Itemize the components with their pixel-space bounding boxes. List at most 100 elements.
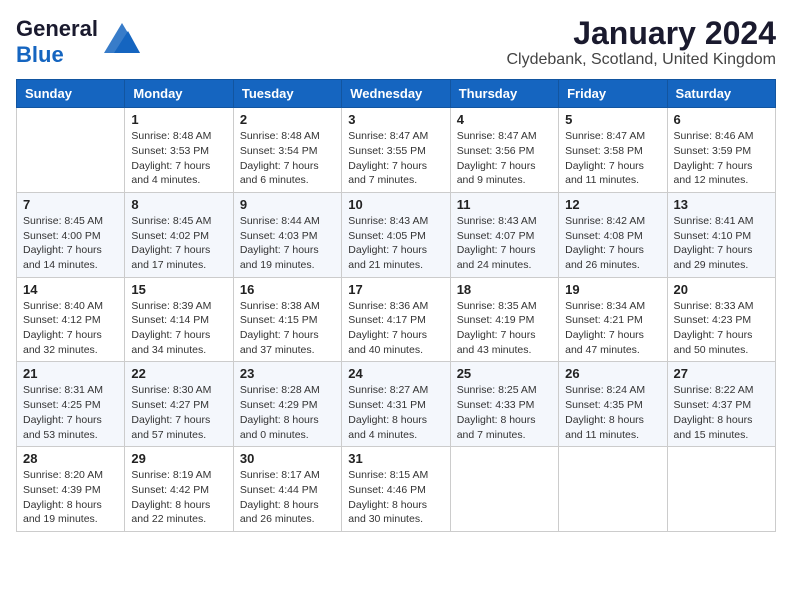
week-row-4: 21 Sunrise: 8:31 AMSunset: 4:25 PMDayligh… — [17, 362, 776, 447]
day-number: 1 — [131, 112, 226, 127]
day-number: 14 — [23, 282, 118, 297]
calendar-table: SundayMondayTuesdayWednesdayThursdayFrid… — [16, 79, 776, 532]
day-info: Sunrise: 8:15 AMSunset: 4:46 PMDaylight:… — [348, 468, 443, 527]
logo-icon — [104, 23, 140, 53]
day-number: 10 — [348, 197, 443, 212]
day-number: 26 — [565, 366, 660, 381]
calendar-cell: 8 Sunrise: 8:45 AMSunset: 4:02 PMDaylight… — [125, 192, 233, 277]
day-info: Sunrise: 8:43 AMSunset: 4:07 PMDaylight:… — [457, 214, 552, 273]
day-info: Sunrise: 8:19 AMSunset: 4:42 PMDaylight:… — [131, 468, 226, 527]
calendar-cell: 10 Sunrise: 8:43 AMSunset: 4:05 PMDayligh… — [342, 192, 450, 277]
day-info: Sunrise: 8:38 AMSunset: 4:15 PMDaylight:… — [240, 299, 335, 358]
day-number: 7 — [23, 197, 118, 212]
day-number: 15 — [131, 282, 226, 297]
day-info: Sunrise: 8:30 AMSunset: 4:27 PMDaylight:… — [131, 383, 226, 442]
day-number: 21 — [23, 366, 118, 381]
logo-text: General Blue — [16, 16, 98, 68]
page-header: General Blue January 2024 Clydebank, Sco… — [16, 16, 776, 69]
day-number: 19 — [565, 282, 660, 297]
day-number: 5 — [565, 112, 660, 127]
day-info: Sunrise: 8:48 AMSunset: 3:54 PMDaylight:… — [240, 129, 335, 188]
calendar-cell: 2Sunrise: 8:48 AMSunset: 3:54 PMDaylight… — [233, 108, 341, 193]
weekday-tuesday: Tuesday — [233, 80, 341, 108]
calendar-cell: 24Sunrise: 8:27 AMSunset: 4:31 PMDayligh… — [342, 362, 450, 447]
calendar-cell: 9 Sunrise: 8:44 AMSunset: 4:03 PMDaylight… — [233, 192, 341, 277]
week-row-1: 1 Sunrise: 8:48 AMSunset: 3:53 PMDaylight… — [17, 108, 776, 193]
calendar-cell: 19Sunrise: 8:34 AMSunset: 4:21 PMDayligh… — [559, 277, 667, 362]
calendar-cell: 13 Sunrise: 8:41 AMSunset: 4:10 PMDayligh… — [667, 192, 775, 277]
day-number: 16 — [240, 282, 335, 297]
calendar-body: 1 Sunrise: 8:48 AMSunset: 3:53 PMDaylight… — [17, 108, 776, 532]
calendar-cell: 14 Sunrise: 8:40 AMSunset: 4:12 PMDayligh… — [17, 277, 125, 362]
calendar-cell: 18Sunrise: 8:35 AMSunset: 4:19 PMDayligh… — [450, 277, 558, 362]
day-number: 27 — [674, 366, 769, 381]
day-info: Sunrise: 8:28 AMSunset: 4:29 PMDaylight:… — [240, 383, 335, 442]
day-info: Sunrise: 8:43 AMSunset: 4:05 PMDaylight:… — [348, 214, 443, 273]
day-info: Sunrise: 8:33 AMSunset: 4:23 PMDaylight:… — [674, 299, 769, 358]
day-info: Sunrise: 8:42 AMSunset: 4:08 PMDaylight:… — [565, 214, 660, 273]
day-number: 20 — [674, 282, 769, 297]
calendar-cell — [450, 447, 558, 532]
day-info: Sunrise: 8:44 AMSunset: 4:03 PMDaylight:… — [240, 214, 335, 273]
day-info: Sunrise: 8:41 AMSunset: 4:10 PMDaylight:… — [674, 214, 769, 273]
calendar-cell: 27 Sunrise: 8:22 AMSunset: 4:37 PMDayligh… — [667, 362, 775, 447]
calendar-cell: 5 Sunrise: 8:47 AMSunset: 3:58 PMDaylight… — [559, 108, 667, 193]
day-info: Sunrise: 8:24 AMSunset: 4:35 PMDaylight:… — [565, 383, 660, 442]
weekday-saturday: Saturday — [667, 80, 775, 108]
day-info: Sunrise: 8:20 AMSunset: 4:39 PMDaylight:… — [23, 468, 118, 527]
day-number: 9 — [240, 197, 335, 212]
day-info: Sunrise: 8:47 AMSunset: 3:55 PMDaylight:… — [348, 129, 443, 188]
day-info: Sunrise: 8:45 AMSunset: 4:02 PMDaylight:… — [131, 214, 226, 273]
day-info: Sunrise: 8:25 AMSunset: 4:33 PMDaylight:… — [457, 383, 552, 442]
day-info: Sunrise: 8:46 AMSunset: 3:59 PMDaylight:… — [674, 129, 769, 188]
day-number: 4 — [457, 112, 552, 127]
day-number: 30 — [240, 451, 335, 466]
day-number: 12 — [565, 197, 660, 212]
calendar-cell: 4 Sunrise: 8:47 AMSunset: 3:56 PMDaylight… — [450, 108, 558, 193]
calendar-cell: 30 Sunrise: 8:17 AMSunset: 4:44 PMDayligh… — [233, 447, 341, 532]
logo: General Blue — [16, 16, 140, 68]
calendar-cell: 20 Sunrise: 8:33 AMSunset: 4:23 PMDayligh… — [667, 277, 775, 362]
day-number: 11 — [457, 197, 552, 212]
calendar-cell: 15 Sunrise: 8:39 AMSunset: 4:14 PMDayligh… — [125, 277, 233, 362]
day-info: Sunrise: 8:45 AMSunset: 4:00 PMDaylight:… — [23, 214, 118, 273]
day-number: 8 — [131, 197, 226, 212]
calendar-cell: 28 Sunrise: 8:20 AMSunset: 4:39 PMDayligh… — [17, 447, 125, 532]
calendar-cell: 22 Sunrise: 8:30 AMSunset: 4:27 PMDayligh… — [125, 362, 233, 447]
day-number: 17 — [348, 282, 443, 297]
calendar-cell: 1 Sunrise: 8:48 AMSunset: 3:53 PMDaylight… — [125, 108, 233, 193]
day-number: 13 — [674, 197, 769, 212]
day-info: Sunrise: 8:35 AMSunset: 4:19 PMDaylight:… — [457, 299, 552, 358]
day-info: Sunrise: 8:36 AMSunset: 4:17 PMDaylight:… — [348, 299, 443, 358]
week-row-2: 7 Sunrise: 8:45 AMSunset: 4:00 PMDaylight… — [17, 192, 776, 277]
day-info: Sunrise: 8:31 AMSunset: 4:25 PMDaylight:… — [23, 383, 118, 442]
day-info: Sunrise: 8:22 AMSunset: 4:37 PMDaylight:… — [674, 383, 769, 442]
calendar-cell: 26 Sunrise: 8:24 AMSunset: 4:35 PMDayligh… — [559, 362, 667, 447]
weekday-sunday: Sunday — [17, 80, 125, 108]
calendar-cell: 25 Sunrise: 8:25 AMSunset: 4:33 PMDayligh… — [450, 362, 558, 447]
calendar-cell — [559, 447, 667, 532]
day-info: Sunrise: 8:48 AMSunset: 3:53 PMDaylight:… — [131, 129, 226, 188]
day-info: Sunrise: 8:47 AMSunset: 3:56 PMDaylight:… — [457, 129, 552, 188]
day-info: Sunrise: 8:47 AMSunset: 3:58 PMDaylight:… — [565, 129, 660, 188]
day-number: 31 — [348, 451, 443, 466]
day-number: 22 — [131, 366, 226, 381]
title-block: January 2024 Clydebank, Scotland, United… — [507, 16, 777, 69]
day-info: Sunrise: 8:39 AMSunset: 4:14 PMDaylight:… — [131, 299, 226, 358]
week-row-5: 28 Sunrise: 8:20 AMSunset: 4:39 PMDayligh… — [17, 447, 776, 532]
weekday-monday: Monday — [125, 80, 233, 108]
day-info: Sunrise: 8:17 AMSunset: 4:44 PMDaylight:… — [240, 468, 335, 527]
calendar-cell: 3Sunrise: 8:47 AMSunset: 3:55 PMDaylight… — [342, 108, 450, 193]
weekday-friday: Friday — [559, 80, 667, 108]
calendar-cell: 23Sunrise: 8:28 AMSunset: 4:29 PMDayligh… — [233, 362, 341, 447]
calendar-cell: 29Sunrise: 8:19 AMSunset: 4:42 PMDayligh… — [125, 447, 233, 532]
day-info: Sunrise: 8:40 AMSunset: 4:12 PMDaylight:… — [23, 299, 118, 358]
day-number: 28 — [23, 451, 118, 466]
day-number: 25 — [457, 366, 552, 381]
calendar-cell: 31 Sunrise: 8:15 AMSunset: 4:46 PMDayligh… — [342, 447, 450, 532]
calendar-cell: 17 Sunrise: 8:36 AMSunset: 4:17 PMDayligh… — [342, 277, 450, 362]
week-row-3: 14 Sunrise: 8:40 AMSunset: 4:12 PMDayligh… — [17, 277, 776, 362]
weekday-wednesday: Wednesday — [342, 80, 450, 108]
day-number: 6 — [674, 112, 769, 127]
calendar-cell — [667, 447, 775, 532]
